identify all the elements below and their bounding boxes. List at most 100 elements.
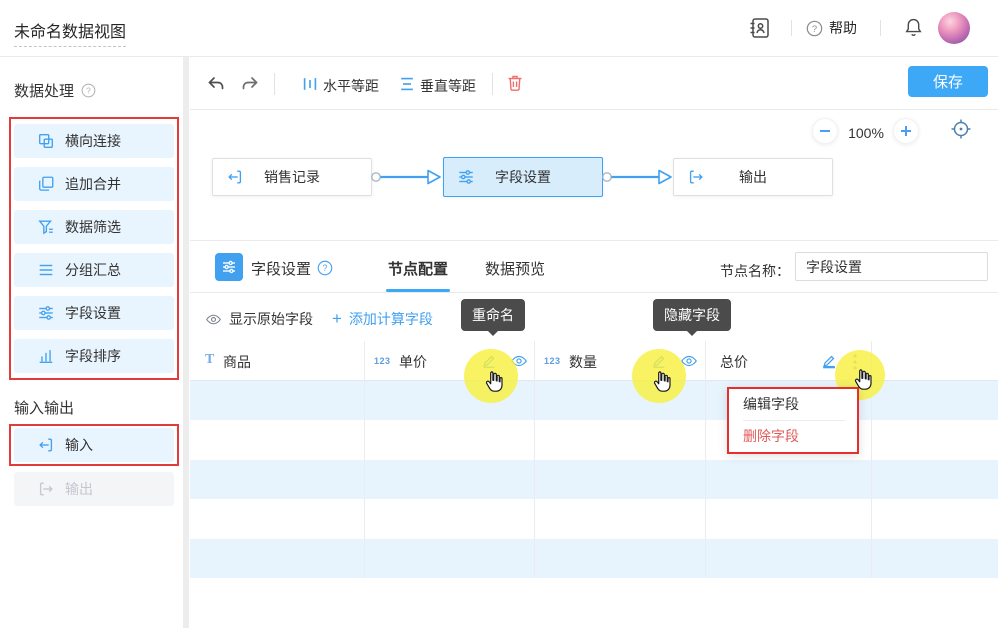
undo-icon[interactable] [206,74,226,94]
flow-node-output[interactable]: 输出 [673,158,833,196]
table-row [190,539,998,578]
page-title[interactable]: 未命名数据视图 [14,18,126,47]
sidebar-item-label: 输出 [65,479,93,499]
sort-bars-icon [37,347,55,365]
zoom-in-button[interactable] [893,118,919,144]
flow-node-sales-records[interactable]: 销售记录 [212,158,372,196]
node-name-input[interactable] [795,252,988,281]
sidebar-item-input[interactable]: 输入 [14,428,174,462]
contacts-icon[interactable] [748,16,772,40]
horizontal-spacing-icon[interactable] [301,75,319,93]
input-icon [37,436,55,454]
active-tab-underline [386,289,450,292]
group-summary-icon [37,261,55,279]
node-label: 销售记录 [213,159,371,195]
add-calculated-field-button[interactable]: + 添加计算字段 [332,309,433,329]
append-icon [37,175,55,193]
table-row [190,460,998,499]
hand-cursor-icon [851,367,875,391]
sidebar-section-io-title: 输入输出 [14,397,74,418]
column-divider [534,341,535,578]
show-original-fields-label: 显示原始字段 [229,309,313,329]
column-header-total-price[interactable]: 总价 [720,352,748,372]
sidebar-item-output-disabled: 输出 [14,472,174,506]
number-type-icon: 123 [544,356,561,366]
delete-trash-icon[interactable] [505,73,525,93]
rename-tooltip: 重命名 [461,299,525,331]
sidebar-item-data-filter[interactable]: 数据筛选 [14,210,174,244]
toolbar-divider [274,73,275,95]
save-button[interactable]: 保存 [908,66,988,97]
node-name-label: 节点名称： [700,261,790,281]
menu-item-delete-field[interactable]: 删除字段 [729,421,857,452]
help-icon: ? [806,20,823,37]
io-section-label: 输入输出 [14,397,74,418]
locate-crosshair-icon[interactable] [949,117,973,141]
connector-line [370,167,444,187]
column-divider [705,341,706,578]
topbar-divider [791,20,792,36]
sidebar-section-data-title: 数据处理 ? [14,80,96,101]
sidebar-item-label: 字段排序 [65,346,121,366]
sidebar-item-append-merge[interactable]: 追加合并 [14,167,174,201]
sidebar-item-label: 追加合并 [65,174,121,194]
menu-item-edit-field[interactable]: 编辑字段 [729,389,857,420]
sidebar-item-label: 横向连接 [65,131,121,151]
plus-icon: + [332,312,342,326]
canvas-toolbar: 水平等距 垂直等距 保存 [190,57,998,110]
column-header-quantity[interactable]: 数量 [569,352,597,372]
sidebar-item-field-sort[interactable]: 字段排序 [14,339,174,373]
sidebar-item-group-summary[interactable]: 分组汇总 [14,253,174,287]
hide-field-tooltip: 隐藏字段 [653,299,731,331]
notifications-bell-icon[interactable] [903,17,924,38]
flow-node-field-settings[interactable]: 字段设置 [443,157,603,197]
zoom-out-button[interactable] [812,118,838,144]
show-original-fields-toggle[interactable]: 显示原始字段 [205,309,313,329]
tab-data-preview[interactable]: 数据预览 [485,258,545,279]
sidebar-item-label: 数据筛选 [65,217,121,237]
vertical-spacing-icon[interactable] [398,75,416,93]
add-calculated-field-label: 添加计算字段 [349,309,433,329]
eye-icon [205,311,222,328]
data-section-label: 数据处理 [14,80,74,101]
table-row [190,499,998,538]
node-label: 输出 [674,159,832,195]
join-icon [37,132,55,150]
table-body [190,381,998,578]
zoom-level: 100% [836,125,896,141]
redo-icon[interactable] [240,74,260,94]
column-header-product[interactable]: 商品 [223,352,251,372]
svg-text:?: ? [323,263,328,273]
field-settings-panel-icon [215,253,243,281]
svg-text:?: ? [86,86,91,96]
sidebar-item-horizontal-join[interactable]: 横向连接 [14,124,174,158]
app-root: 未命名数据视图 ? 帮助 [0,0,998,628]
svg-text:?: ? [812,23,817,34]
section-help-icon[interactable]: ? [81,83,96,98]
sidebar-main-divider [183,57,189,628]
top-bar: 未命名数据视图 ? 帮助 [0,0,998,57]
table-row [190,420,998,459]
column-header-unit-price[interactable]: 单价 [399,352,427,372]
hand-cursor-icon [650,369,674,393]
help-button[interactable]: ? 帮助 [806,18,857,38]
number-type-icon: 123 [374,356,391,366]
sidebar-item-field-settings[interactable]: 字段设置 [14,296,174,330]
sliders-icon [37,304,55,322]
panel-head-divider [190,292,998,293]
output-icon [37,480,55,498]
hand-cursor-icon [482,369,506,393]
node-label: 字段设置 [444,158,602,196]
vertical-spacing-button[interactable]: 垂直等距 [420,76,476,96]
flow-canvas[interactable]: 100% 销售记录 [190,110,998,240]
help-label: 帮助 [829,18,857,38]
user-avatar[interactable] [938,12,970,44]
field-context-menu: 编辑字段 删除字段 [727,387,859,454]
sidebar-item-label: 字段设置 [65,303,121,323]
tab-node-config[interactable]: 节点配置 [388,258,448,279]
horizontal-spacing-button[interactable]: 水平等距 [323,76,379,96]
sidebar-item-label: 分组汇总 [65,260,121,280]
text-type-icon: T [205,352,214,368]
toolbar-divider-2 [492,73,493,95]
panel-help-icon[interactable]: ? [317,260,333,276]
